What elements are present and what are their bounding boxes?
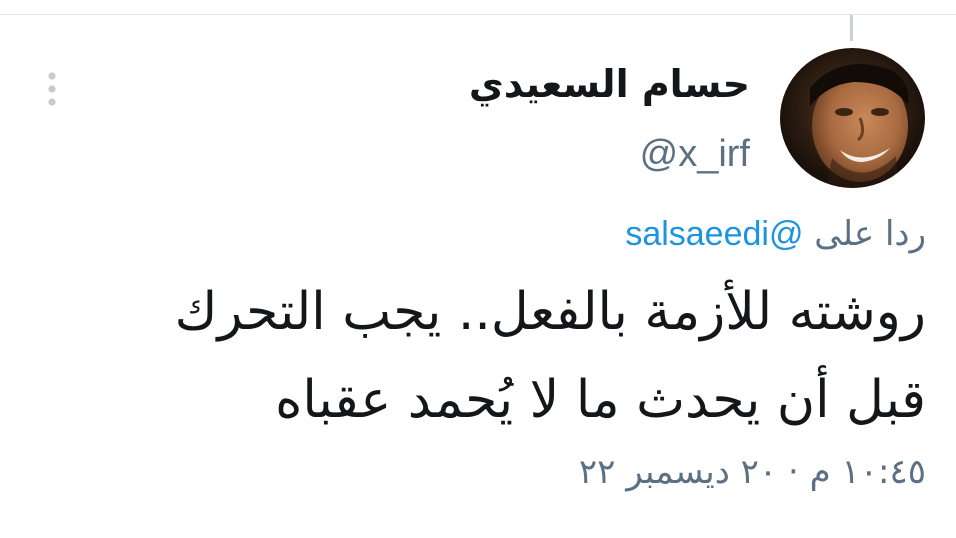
more-vertical-icon[interactable] <box>40 68 64 112</box>
author-display-name[interactable]: حسام السعيدي <box>469 62 750 106</box>
author-handle[interactable]: @x_irf <box>640 133 750 176</box>
reply-mention-link[interactable]: @salsaeedi <box>625 215 803 253</box>
thread-connector-line <box>850 15 853 41</box>
avatar[interactable] <box>780 48 925 188</box>
reply-prefix: ردا على <box>814 214 926 254</box>
tweet-text-line: روشته للأزمة بالفعل.. يجب التحرك <box>174 282 926 342</box>
tweet-body: روشته للأزمة بالفعل.. يجب التحرك قبل أن … <box>46 268 926 444</box>
tweet-text-line: قبل أن يحدث ما لا يُحمد عقباه <box>275 370 926 430</box>
tweet-timestamp[interactable]: ١٠:٤٥ م · ٢٠ ديسمبر ٢٢ <box>579 452 926 492</box>
reply-context: ردا على @salsaeedi <box>625 214 926 254</box>
tweet-detail-screen: حسام السعيدي @x_irf ردا على @salsaeedi ر… <box>0 0 956 538</box>
top-divider <box>0 14 956 15</box>
